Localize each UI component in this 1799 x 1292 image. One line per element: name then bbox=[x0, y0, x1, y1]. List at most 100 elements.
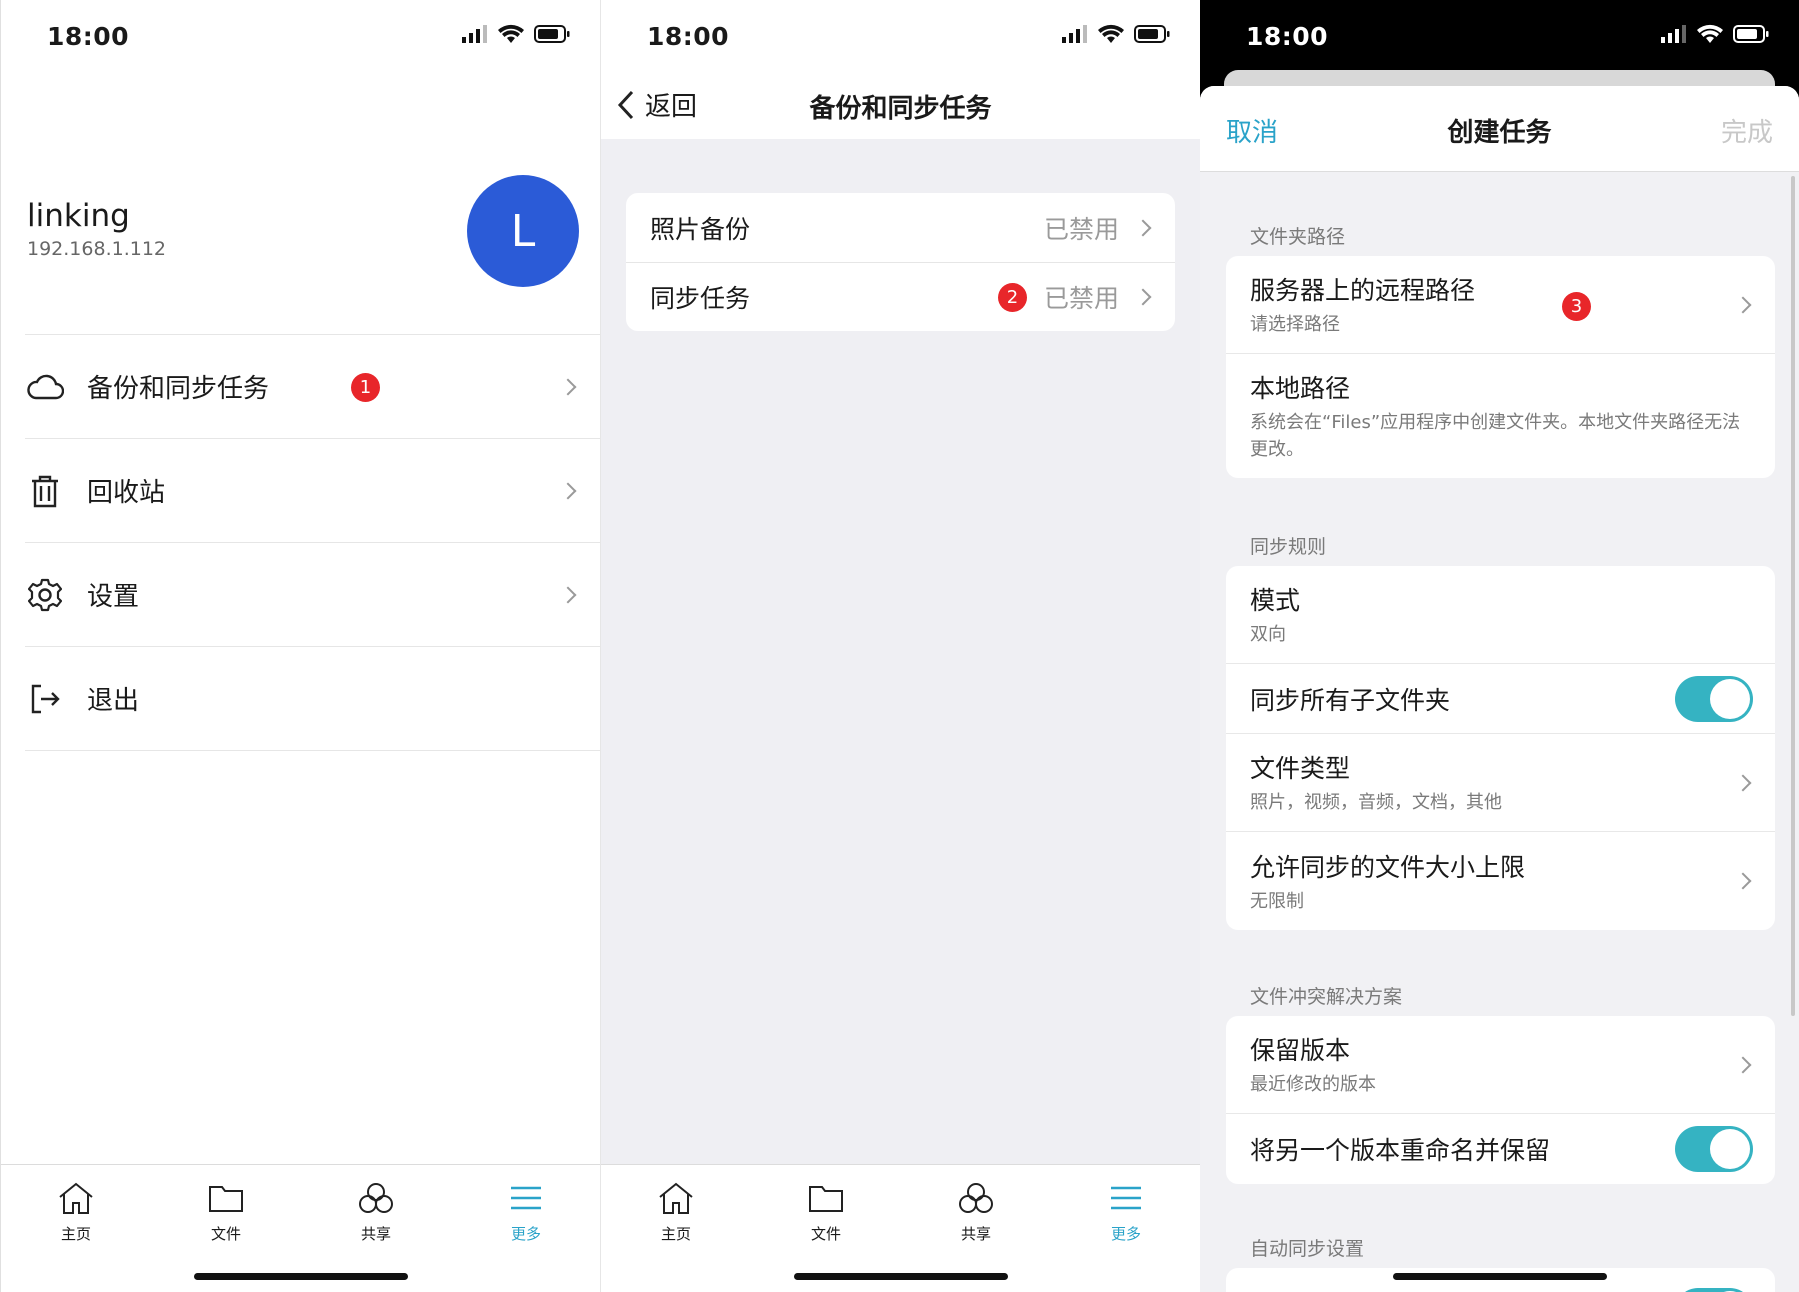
scrollbar[interactable] bbox=[1791, 176, 1795, 1016]
share-icon bbox=[359, 1183, 393, 1213]
keep-version-row[interactable]: 保留版本 最近修改的版本 bbox=[1226, 1016, 1775, 1114]
menu-icon bbox=[511, 1186, 541, 1210]
backup-sync-screen: 18:00 返回 备份和同步任务 照片备份 已禁用 同步任务 2 已禁用 主页 … bbox=[600, 0, 1200, 1292]
rename-keep-row: 将另一个版本重命名并保留 bbox=[1226, 1114, 1775, 1184]
status-time: 18:00 bbox=[47, 22, 130, 51]
annotation-badge: 3 bbox=[1562, 292, 1591, 321]
list-item-label: 照片备份 bbox=[650, 214, 751, 244]
create-task-sheet: 取消 创建任务 完成 文件夹路径 服务器上的远程路径 请选择路径 3 本地路径 … bbox=[1200, 86, 1799, 1292]
row-title: 允许同步的文件大小上限 bbox=[1250, 852, 1526, 882]
battery-icon bbox=[1733, 25, 1769, 43]
tab-label: 更多 bbox=[510, 1225, 541, 1243]
list-item-sync-task[interactable]: 同步任务 2 已禁用 bbox=[626, 262, 1175, 331]
status-icons bbox=[1062, 24, 1170, 44]
menu-list: 备份和同步任务 1 回收站 设置 退出 bbox=[25, 334, 600, 751]
home-icon bbox=[659, 1182, 693, 1214]
folder-icon bbox=[809, 1186, 843, 1212]
wifi-icon bbox=[1098, 24, 1124, 43]
menu-item-settings[interactable]: 设置 bbox=[25, 543, 600, 647]
tab-bar: 主页 文件 共享 更多 bbox=[1, 1164, 600, 1292]
status-time: 18:00 bbox=[1246, 22, 1329, 51]
conflict-card: 保留版本 最近修改的版本 将另一个版本重命名并保留 bbox=[1226, 1016, 1775, 1184]
battery-icon bbox=[1134, 25, 1170, 43]
tab-label: 更多 bbox=[1110, 1225, 1141, 1243]
menu-item-label: 退出 bbox=[87, 686, 140, 716]
status-icons bbox=[1661, 24, 1769, 44]
menu-item-recycle-bin[interactable]: 回收站 bbox=[25, 439, 600, 543]
gear-icon bbox=[25, 575, 65, 615]
local-path-row: 本地路径 系统会在“Files”应用程序中创建文件夹。本地文件夹路径无法更改。 bbox=[1226, 354, 1775, 478]
account-ip: 192.168.1.112 bbox=[27, 238, 167, 260]
mode-row[interactable]: 模式 双向 bbox=[1226, 566, 1775, 664]
row-title: 本地路径 bbox=[1250, 374, 1351, 403]
section-header: 自动同步设置 bbox=[1250, 1238, 1365, 1260]
logout-icon bbox=[25, 679, 65, 719]
tab-home[interactable]: 主页 bbox=[636, 1179, 716, 1244]
folder-path-card: 服务器上的远程路径 请选择路径 3 本地路径 系统会在“Files”应用程序中创… bbox=[1226, 256, 1775, 478]
tab-files[interactable]: 文件 bbox=[786, 1179, 866, 1244]
list-item-status: 已禁用 bbox=[1043, 214, 1119, 244]
tab-share[interactable]: 共享 bbox=[336, 1179, 416, 1244]
signal-icon bbox=[1062, 25, 1087, 43]
sheet-header: 取消 创建任务 完成 bbox=[1200, 86, 1799, 172]
tab-label: 主页 bbox=[60, 1225, 91, 1243]
size-limit-row[interactable]: 允许同步的文件大小上限 无限制 bbox=[1226, 832, 1775, 930]
sync-rules-card: 模式 双向 同步所有子文件夹 文件类型 照片，视频，音频，文档，其他 允许同步的… bbox=[1226, 566, 1775, 930]
signal-icon bbox=[462, 25, 487, 43]
share-icon bbox=[959, 1183, 993, 1213]
menu-item-label: 备份和同步任务 bbox=[87, 374, 270, 404]
status-bar: 18:00 bbox=[601, 0, 1200, 74]
row-subtitle: 照片，视频，音频，文档，其他 bbox=[1250, 792, 1502, 813]
tab-label: 主页 bbox=[660, 1225, 691, 1243]
tab-more[interactable]: 更多 bbox=[486, 1179, 566, 1244]
annotation-badge: 2 bbox=[998, 283, 1027, 312]
row-subtitle: 无限制 bbox=[1250, 890, 1304, 912]
auto-sync-toggle[interactable] bbox=[1675, 1288, 1753, 1292]
status-time: 18:00 bbox=[647, 22, 730, 51]
signal-icon bbox=[1661, 25, 1686, 43]
list-item-status: 已禁用 bbox=[1043, 284, 1119, 313]
rename-keep-toggle[interactable] bbox=[1675, 1126, 1753, 1172]
tab-label: 共享 bbox=[960, 1225, 991, 1243]
row-title: 服务器上的远程路径 bbox=[1250, 276, 1476, 305]
file-types-row[interactable]: 文件类型 照片，视频，音频，文档，其他 bbox=[1226, 734, 1775, 832]
wifi-icon bbox=[1697, 24, 1723, 43]
screenshot-composite: 18:00 linking 192.168.1.112 L 备份和同步任务 1 bbox=[0, 0, 1799, 1292]
status-icons bbox=[462, 24, 570, 44]
row-title: 模式 bbox=[1250, 586, 1301, 615]
tab-home[interactable]: 主页 bbox=[36, 1179, 116, 1244]
sync-subfolders-row: 同步所有子文件夹 bbox=[1226, 664, 1775, 734]
status-bar: 18:00 bbox=[1200, 0, 1799, 74]
status-bar: 18:00 bbox=[1, 0, 600, 74]
list-item-label: 同步任务 bbox=[650, 284, 751, 313]
cloud-icon bbox=[25, 367, 65, 407]
chevron-right-icon bbox=[559, 378, 577, 395]
row-subtitle: 双向 bbox=[1250, 624, 1286, 645]
create-task-screen: 18:00 取消 创建任务 完成 文件夹路径 服务器上的远程路径 请选择路径 3 bbox=[1200, 0, 1799, 1292]
remote-path-row[interactable]: 服务器上的远程路径 请选择路径 3 bbox=[1226, 256, 1775, 354]
sync-subfolders-toggle[interactable] bbox=[1675, 675, 1753, 722]
row-title: 保留版本 bbox=[1250, 1036, 1351, 1065]
home-indicator bbox=[1392, 1273, 1607, 1280]
tab-bar: 主页 文件 共享 更多 bbox=[601, 1164, 1200, 1292]
list-item-photo-backup[interactable]: 照片备份 已禁用 bbox=[626, 193, 1175, 262]
home-icon bbox=[59, 1182, 93, 1214]
trash-icon bbox=[25, 471, 65, 511]
done-button[interactable]: 完成 bbox=[1721, 112, 1773, 149]
row-subtitle: 请选择路径 bbox=[1250, 314, 1340, 335]
row-title: 文件类型 bbox=[1250, 754, 1351, 783]
wifi-icon bbox=[498, 24, 524, 43]
folder-icon bbox=[209, 1186, 243, 1212]
avatar[interactable]: L bbox=[467, 175, 579, 287]
menu-item-backup-sync[interactable]: 备份和同步任务 1 bbox=[25, 335, 600, 439]
tab-more[interactable]: 更多 bbox=[1086, 1179, 1166, 1244]
tab-label: 文件 bbox=[210, 1225, 241, 1243]
row-subtitle: 系统会在“Files”应用程序中创建文件夹。本地文件夹路径无法更改。 bbox=[1250, 412, 1741, 460]
chevron-right-icon bbox=[1134, 219, 1152, 236]
tab-label: 文件 bbox=[810, 1225, 841, 1243]
tab-files[interactable]: 文件 bbox=[186, 1179, 266, 1244]
battery-icon bbox=[534, 25, 570, 43]
tab-share[interactable]: 共享 bbox=[936, 1179, 1016, 1244]
menu-item-logout[interactable]: 退出 bbox=[25, 647, 600, 751]
account-name: linking bbox=[27, 198, 130, 234]
